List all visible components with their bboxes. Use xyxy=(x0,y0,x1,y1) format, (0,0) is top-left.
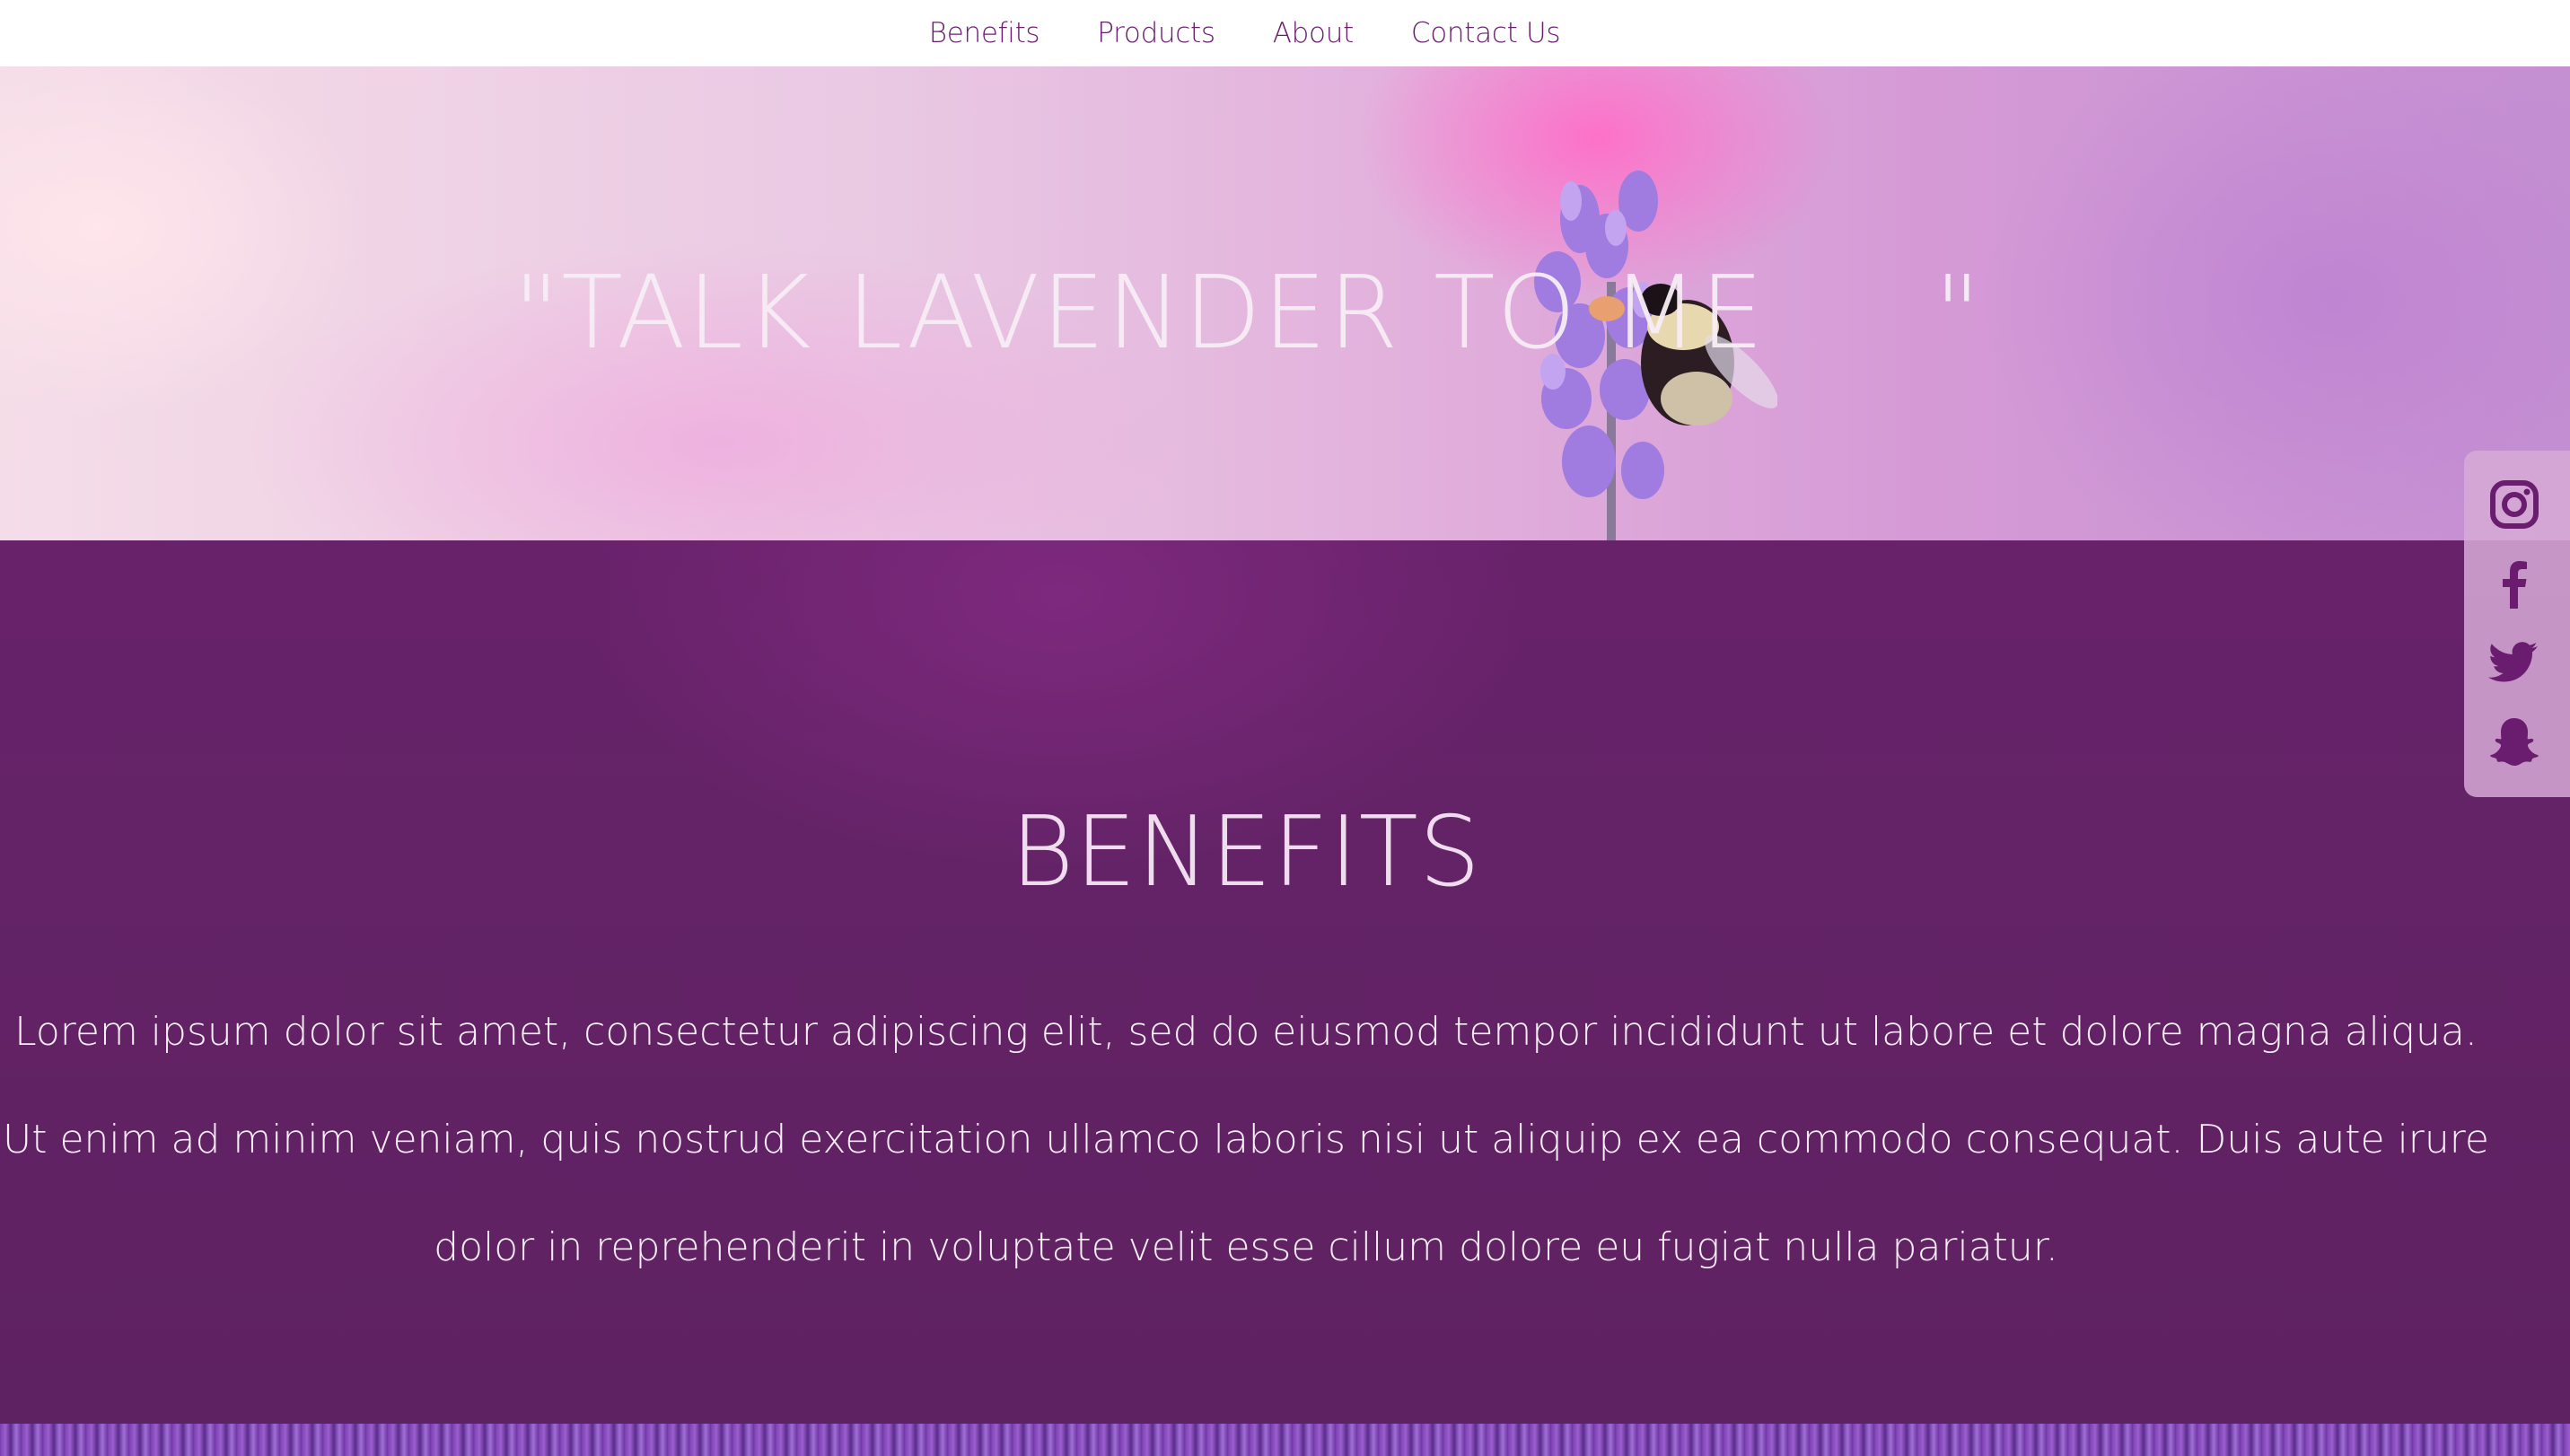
benefits-section: BENEFITS Lorem ipsum dolor sit amet, con… xyxy=(0,540,2570,1424)
page: Benefits Products About Contact Us "TALK… xyxy=(0,0,2570,1456)
hero-banner: "TALK LAVENDER TO ME " xyxy=(0,66,2570,540)
benefits-heading: BENEFITS xyxy=(1010,796,1482,908)
nav-link-about[interactable]: About xyxy=(1273,17,1354,49)
nav-link-contact-us[interactable]: Contact Us xyxy=(1411,17,1561,49)
nav-link-benefits[interactable]: Benefits xyxy=(929,17,1040,49)
instagram-icon[interactable] xyxy=(2487,478,2541,531)
social-sidebar xyxy=(2464,451,2570,797)
nav-link-products[interactable]: Products xyxy=(1097,17,1215,49)
snapchat-icon[interactable] xyxy=(2487,715,2541,768)
hero-title: "TALK LAVENDER TO ME " xyxy=(513,255,1983,372)
benefits-paragraph: Lorem ipsum dolor sit amet, consectetur … xyxy=(3,1009,2489,1270)
facebook-icon[interactable] xyxy=(2487,557,2541,610)
twitter-icon[interactable] xyxy=(2487,636,2541,689)
lavender-field-image xyxy=(0,1424,2570,1456)
top-nav: Benefits Products About Contact Us xyxy=(0,0,2570,66)
